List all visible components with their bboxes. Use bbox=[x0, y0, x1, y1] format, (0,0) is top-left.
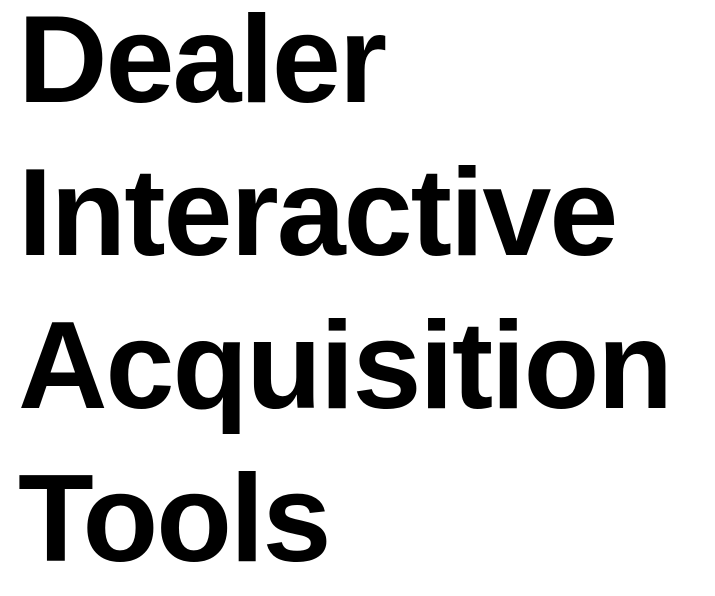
hero-headline: Dealer Interactive Acquisition Tools bbox=[18, 0, 715, 596]
headline-line-1: Dealer bbox=[18, 0, 387, 129]
headline-line-4: Tools bbox=[18, 450, 331, 588]
headline-line-2: Interactive bbox=[18, 144, 618, 282]
headline-line-3: Acquisition bbox=[18, 297, 673, 435]
